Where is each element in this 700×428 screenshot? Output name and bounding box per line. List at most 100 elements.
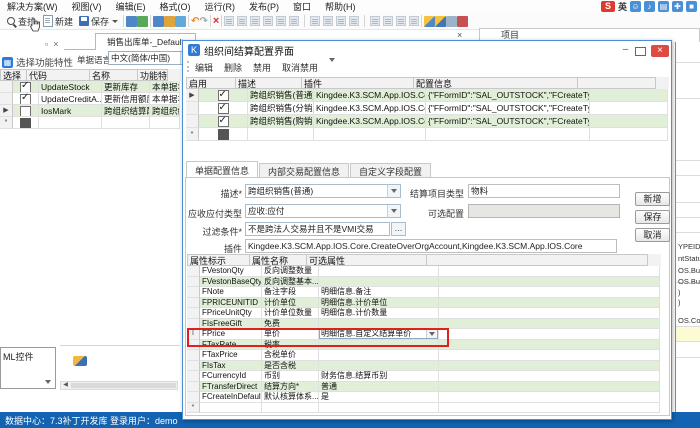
ime-emoji-icon[interactable]: ☺	[630, 1, 641, 12]
close-button[interactable]: ×	[651, 45, 669, 57]
cell-combobox[interactable]: 明细信息.自定义结算单价	[319, 329, 438, 339]
align-tool-icon[interactable]	[409, 16, 419, 26]
menu-item-2[interactable]: 编辑(E)	[109, 2, 153, 12]
column-header[interactable]: 名称	[90, 69, 138, 81]
dialog-menu-item-1[interactable]: 删除	[224, 61, 242, 74]
table-row[interactable]: FVestonQty反向调整数量	[187, 266, 661, 277]
palette-icon[interactable]	[73, 356, 87, 366]
table-row[interactable]: UpdateCreditA...更新信用额度本单据将	[0, 93, 181, 105]
scrollbar-thumb[interactable]	[71, 383, 176, 388]
ime-grid-icon[interactable]: ■	[686, 1, 697, 12]
checkbox[interactable]	[218, 90, 229, 101]
table-row[interactable]: FIsFreeGift免费	[187, 319, 661, 330]
table-icon[interactable]	[457, 16, 468, 27]
table-row[interactable]: UpdateStock更新库存本单据将	[0, 81, 181, 93]
checkbox[interactable]	[20, 82, 31, 93]
table-row[interactable]: *	[186, 128, 669, 141]
column-header[interactable]: 启用	[187, 77, 236, 89]
checkbox[interactable]	[20, 94, 31, 105]
column-header[interactable]: 选择	[1, 69, 27, 81]
table-row[interactable]: FCreateInDefault默认核算体系...是	[187, 392, 661, 403]
plugin-field[interactable]: Kingdee.K3.SCM.App.IOS.Core.CreateOverOr…	[245, 239, 617, 253]
toolbox-collapsed-combobox[interactable]: ML控件	[0, 347, 56, 389]
menu-item-4[interactable]: 运行(R)	[198, 2, 243, 12]
filter-field[interactable]: 不是跨法人交易并且不是VMI交易	[245, 222, 390, 236]
column-header[interactable]: 可选属性	[307, 254, 427, 266]
table-row[interactable]: *	[0, 117, 181, 129]
ime-mic-icon[interactable]: ♪	[644, 1, 655, 12]
redo-icon[interactable]: ↷	[199, 16, 207, 27]
scroll-left-icon[interactable]: ◀	[61, 382, 70, 389]
table-row[interactable]: FPriceUnitQty计价单位数量明细信息.计价数量	[187, 308, 661, 319]
align-tool-icon[interactable]	[289, 16, 299, 26]
column-header[interactable]: 代码	[27, 69, 90, 81]
new-button[interactable]: 新建	[39, 14, 76, 29]
align-tool-icon[interactable]	[396, 16, 406, 26]
menu-item-1[interactable]: 视图(V)	[65, 2, 109, 12]
table-row[interactable]: FPRICEUNITID计价单位明细信息.计价单位	[187, 298, 661, 309]
ime-board-icon[interactable]: ▤	[658, 1, 669, 12]
align-tool-icon[interactable]	[263, 16, 273, 26]
settle-item-type-field[interactable]: 物料	[468, 184, 620, 198]
table-row[interactable]: *	[187, 403, 661, 414]
panel-close-icon[interactable]: ×	[457, 30, 462, 40]
dialog-menu-item-2[interactable]: 禁用	[253, 61, 271, 74]
document-tab[interactable]: 销售出库单-_Default	[95, 33, 196, 50]
wizard-icon[interactable]	[164, 16, 175, 27]
table-row[interactable]: ▶IosMark跨组织结算配置跨组织结	[0, 105, 181, 117]
align-tool-icon[interactable]	[237, 16, 247, 26]
table-row[interactable]: 跨组织销售(购销类型)Kingdee.K3.SCM.App.IOS.Core.C…	[186, 115, 669, 128]
checkbox[interactable]	[218, 103, 229, 114]
bind-field-icon[interactable]	[435, 16, 446, 27]
column-header[interactable]: 配置信息	[414, 77, 578, 89]
save-button[interactable]: 保存	[76, 14, 121, 29]
table-row[interactable]: IFPrice单价明细信息.自定义结算单价	[187, 329, 661, 340]
save-config-button[interactable]: 保存	[635, 210, 670, 224]
minimize-button[interactable]: –	[619, 45, 632, 56]
form-designer-icon[interactable]	[126, 16, 137, 27]
maximize-button[interactable]	[635, 47, 646, 56]
undo-icon[interactable]: ↶	[191, 16, 199, 27]
refresh-icon[interactable]	[175, 16, 186, 27]
column-header[interactable]: 属性标示	[188, 254, 250, 266]
delete-icon[interactable]: ×	[213, 16, 219, 27]
align-tool-icon[interactable]	[323, 16, 333, 26]
layout-icon[interactable]	[153, 16, 164, 27]
align-tool-icon[interactable]	[383, 16, 393, 26]
checkbox[interactable]	[218, 116, 229, 127]
table-row[interactable]: FNote备注字段明细信息.备注	[187, 287, 661, 298]
dock-pin-icon[interactable]: ▫	[45, 39, 48, 49]
align-tool-icon[interactable]	[336, 16, 346, 26]
table-row[interactable]: FCurrencyId币别财务信息.结算币别	[187, 371, 661, 382]
preview-icon[interactable]	[137, 16, 148, 27]
arap-type-combobox[interactable]: 应收:应付	[245, 204, 401, 218]
sogou-logo-icon[interactable]: S	[601, 1, 615, 12]
align-tool-icon[interactable]	[276, 16, 286, 26]
column-header[interactable]: 插件	[302, 77, 414, 89]
dock-close-icon[interactable]: ×	[53, 39, 58, 49]
dialog-menu-item-3[interactable]: 取消禁用	[282, 61, 318, 74]
add-button[interactable]: 新增	[635, 192, 670, 206]
align-tool-icon[interactable]	[250, 16, 260, 26]
horizontal-scrollbar[interactable]: ◀	[60, 381, 178, 390]
column-header[interactable]: 描述	[236, 77, 302, 89]
checkbox[interactable]	[20, 106, 31, 117]
align-tool-icon[interactable]	[224, 16, 234, 26]
ime-lang-toggle[interactable]: 英	[618, 0, 627, 13]
column-header[interactable]: 属性名称	[250, 254, 307, 266]
table-row[interactable]: FTransferDirect结算方向*普通	[187, 382, 661, 393]
dialog-menu-item-0[interactable]: 编辑	[195, 61, 213, 74]
table-row[interactable]: FTaxRate税率	[187, 340, 661, 351]
align-tool-icon[interactable]	[370, 16, 380, 26]
checkbox[interactable]	[20, 118, 31, 129]
checkbox[interactable]	[218, 129, 229, 140]
menu-overflow-chevron-icon[interactable]	[329, 62, 335, 72]
table-row[interactable]: ▶跨组织销售(普通)Kingdee.K3.SCM.App.IOS.Core.Cr…	[186, 89, 669, 102]
menu-item-5[interactable]: 发布(P)	[242, 2, 286, 12]
align-tool-icon[interactable]	[310, 16, 320, 26]
bind-entity-icon[interactable]	[424, 16, 435, 27]
menu-item-3[interactable]: 格式(O)	[153, 2, 198, 12]
ime-tools-icon[interactable]: ✚	[672, 1, 683, 12]
menu-item-6[interactable]: 窗口	[286, 2, 318, 12]
column-header[interactable]: 功能特性	[138, 69, 168, 81]
